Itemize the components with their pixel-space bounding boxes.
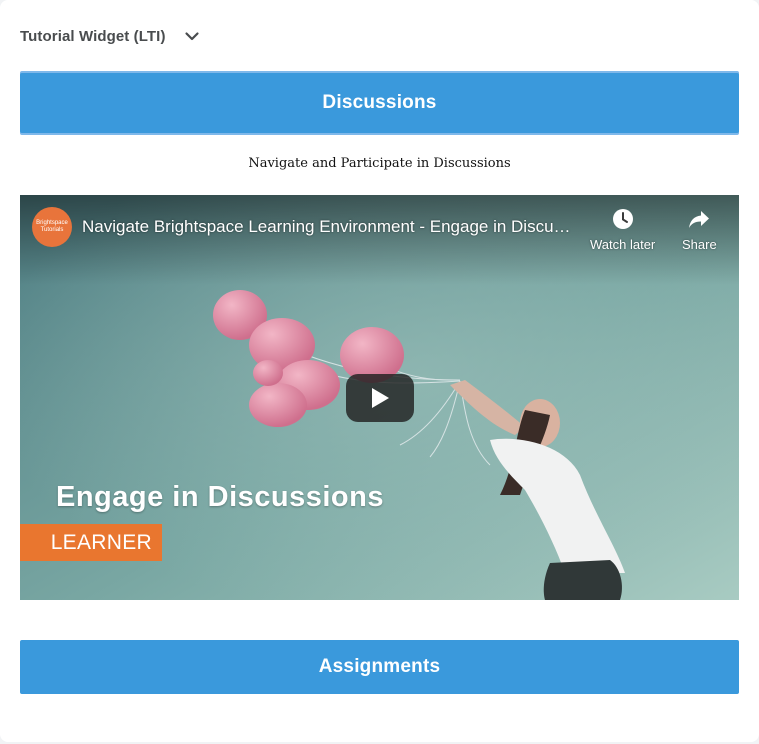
widget-header[interactable]: Tutorial Widget (LTI) <box>20 24 200 48</box>
video-top-bar: Brightspace Tutorials Navigate Brightspa… <box>20 195 739 265</box>
video-title[interactable]: Navigate Brightspace Learning Environmen… <box>82 217 578 237</box>
video-overlay-heading: Engage in Discussions <box>56 481 384 513</box>
share-label: Share <box>682 237 717 252</box>
share-arrow-icon <box>689 211 710 228</box>
assignments-section-button[interactable]: Assignments <box>20 640 739 694</box>
play-button[interactable] <box>346 374 414 422</box>
discussions-section-button[interactable]: Discussions <box>20 73 739 133</box>
video-player[interactable]: Brightspace Tutorials Navigate Brightspa… <box>20 195 739 600</box>
watch-later-button[interactable]: Watch later <box>590 207 655 252</box>
clock-icon <box>612 209 633 229</box>
watch-later-label: Watch later <box>590 237 656 252</box>
channel-logo[interactable]: Brightspace Tutorials <box>32 207 72 247</box>
play-icon <box>372 388 389 408</box>
tutorial-widget-card: Tutorial Widget (LTI) Discussions Naviga… <box>0 0 759 742</box>
share-button[interactable]: Share <box>682 207 717 252</box>
widget-title: Tutorial Widget (LTI) <box>20 27 166 45</box>
chevron-down-icon[interactable] <box>184 28 200 44</box>
video-overlay-tag: LEARNER <box>20 524 162 561</box>
video-subtitle: Navigate and Participate in Discussions <box>248 156 511 171</box>
